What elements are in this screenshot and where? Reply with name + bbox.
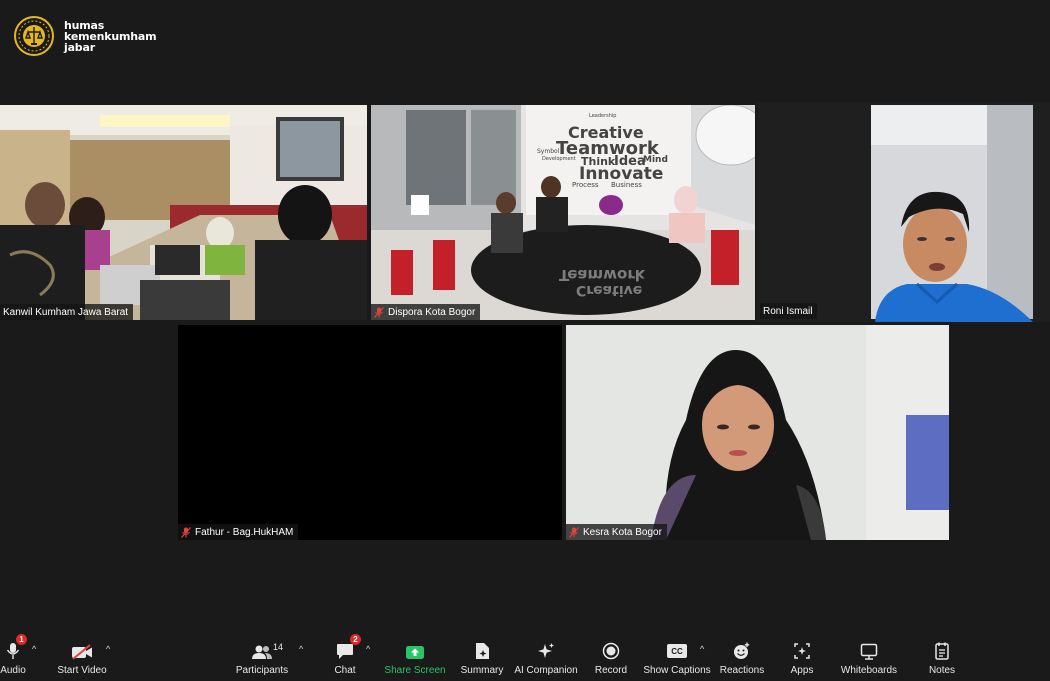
video-options-chevron-icon[interactable]: ^: [106, 644, 110, 654]
muted-mic-icon: [181, 526, 191, 538]
video-feed: [566, 325, 949, 540]
wall-text-business: Business: [611, 181, 642, 189]
notes-label: Notes: [928, 665, 956, 676]
video-feed: [757, 102, 1050, 322]
watermark-line-3: jabar: [64, 40, 95, 54]
notes-icon: [935, 642, 949, 660]
notes-button[interactable]: Notes: [926, 636, 958, 681]
audio-options-chevron-icon[interactable]: ^: [32, 644, 36, 654]
wall-text-process: Process: [572, 181, 599, 189]
video-tile-roni-ismail[interactable]: Roni Ismail: [757, 102, 1050, 322]
video-tile-fathur[interactable]: Fathur - Bag.HukHAM: [178, 325, 562, 540]
wall-text-leadership: Leadership: [589, 113, 616, 119]
participants-options-chevron-icon[interactable]: ^: [299, 644, 303, 654]
video-tile-dispora[interactable]: Leadership Creative Teamwork Think Idea …: [371, 105, 755, 320]
reactions-label: Reactions: [719, 665, 765, 676]
ai-companion-label: AI Companion: [514, 665, 578, 676]
table-reflection-creative: Creative: [576, 282, 642, 298]
video-tile-kanwil[interactable]: Kanwil Kumham Jawa Barat: [0, 105, 367, 320]
share-screen-icon: [406, 646, 424, 659]
participants-label: Participants: [235, 665, 289, 676]
participants-button[interactable]: 14 Participants: [236, 636, 288, 681]
participant-name-tag: Kanwil Kumham Jawa Barat: [0, 304, 134, 320]
whiteboard-icon: [860, 643, 878, 660]
participant-name: Fathur - Bag.HukHAM: [195, 526, 294, 538]
captions-options-chevron-icon[interactable]: ^: [700, 644, 704, 654]
show-captions-button[interactable]: CC Show Captions: [643, 636, 711, 681]
reactions-smiley-icon: [734, 642, 750, 659]
audio-label: Audio: [0, 665, 26, 676]
participant-name: Roni Ismail: [763, 305, 813, 317]
participant-count: 14: [273, 642, 284, 652]
start-video-label: Start Video: [57, 665, 107, 676]
apps-button[interactable]: Apps: [788, 636, 816, 681]
watermark: humas kemenkumham jabar: [14, 16, 157, 56]
record-button[interactable]: Record: [592, 636, 630, 681]
captions-icon-text: CC: [671, 646, 683, 656]
show-captions-label: Show Captions: [643, 665, 711, 676]
meeting-toolbar: 1 Audio ^ Start Video ^ 14 Participants: [0, 634, 1050, 681]
share-screen-button[interactable]: Share Screen: [384, 636, 446, 681]
participants-icon: [252, 645, 272, 659]
participant-name: Kesra Kota Bogor: [583, 526, 662, 538]
participant-name-tag: Fathur - Bag.HukHAM: [178, 524, 299, 540]
participant-name-tag: Roni Ismail: [760, 303, 818, 319]
apps-icon: [794, 643, 810, 659]
wall-text-development: Development: [542, 156, 576, 162]
audio-badge: 1: [16, 634, 27, 645]
chat-bubble-icon: [337, 644, 353, 659]
participant-name: Dispora Kota Bogor: [388, 306, 476, 318]
ai-companion-button[interactable]: AI Companion: [514, 636, 578, 681]
muted-mic-icon: [374, 306, 384, 318]
chat-label: Chat: [334, 665, 356, 676]
whiteboards-button[interactable]: Whiteboards: [840, 636, 898, 681]
start-video-button[interactable]: Start Video: [56, 636, 108, 681]
chat-badge: 2: [350, 634, 361, 645]
summary-label: Summary: [460, 665, 504, 676]
video-feed: Leadership Creative Teamwork Think Idea …: [371, 105, 755, 320]
watermark-line-1: humas: [64, 18, 105, 32]
video-feed: [0, 105, 367, 320]
kemenkumham-logo: [14, 16, 54, 56]
table-reflection-teamwork: Teamwork: [559, 266, 646, 284]
muted-mic-icon: [569, 526, 579, 538]
wall-text-symbol: Symbol: [537, 148, 560, 155]
video-off-icon: [72, 644, 92, 660]
record-label: Record: [594, 665, 628, 676]
audio-button[interactable]: 1 Audio: [0, 634, 27, 681]
ai-sparkle-icon: [538, 643, 554, 658]
closed-captions-icon: CC: [667, 644, 687, 658]
share-screen-label: Share Screen: [384, 665, 446, 676]
reactions-button[interactable]: Reactions: [719, 636, 765, 681]
chat-options-chevron-icon[interactable]: ^: [366, 644, 370, 654]
video-tile-kesra[interactable]: Kesra Kota Bogor: [566, 325, 949, 540]
record-icon: [602, 642, 620, 660]
participant-name-tag: Kesra Kota Bogor: [566, 524, 667, 540]
microphone-icon: [6, 643, 20, 659]
participant-name-tag: Dispora Kota Bogor: [371, 304, 481, 320]
participant-name: Kanwil Kumham Jawa Barat: [3, 306, 129, 318]
watermark-line-2: kemenkumham: [64, 29, 157, 43]
chat-button[interactable]: 2 Chat: [332, 634, 361, 681]
whiteboards-label: Whiteboards: [840, 665, 898, 676]
summary-document-icon: [476, 643, 489, 659]
apps-label: Apps: [790, 665, 814, 676]
summary-button[interactable]: Summary: [460, 636, 504, 681]
